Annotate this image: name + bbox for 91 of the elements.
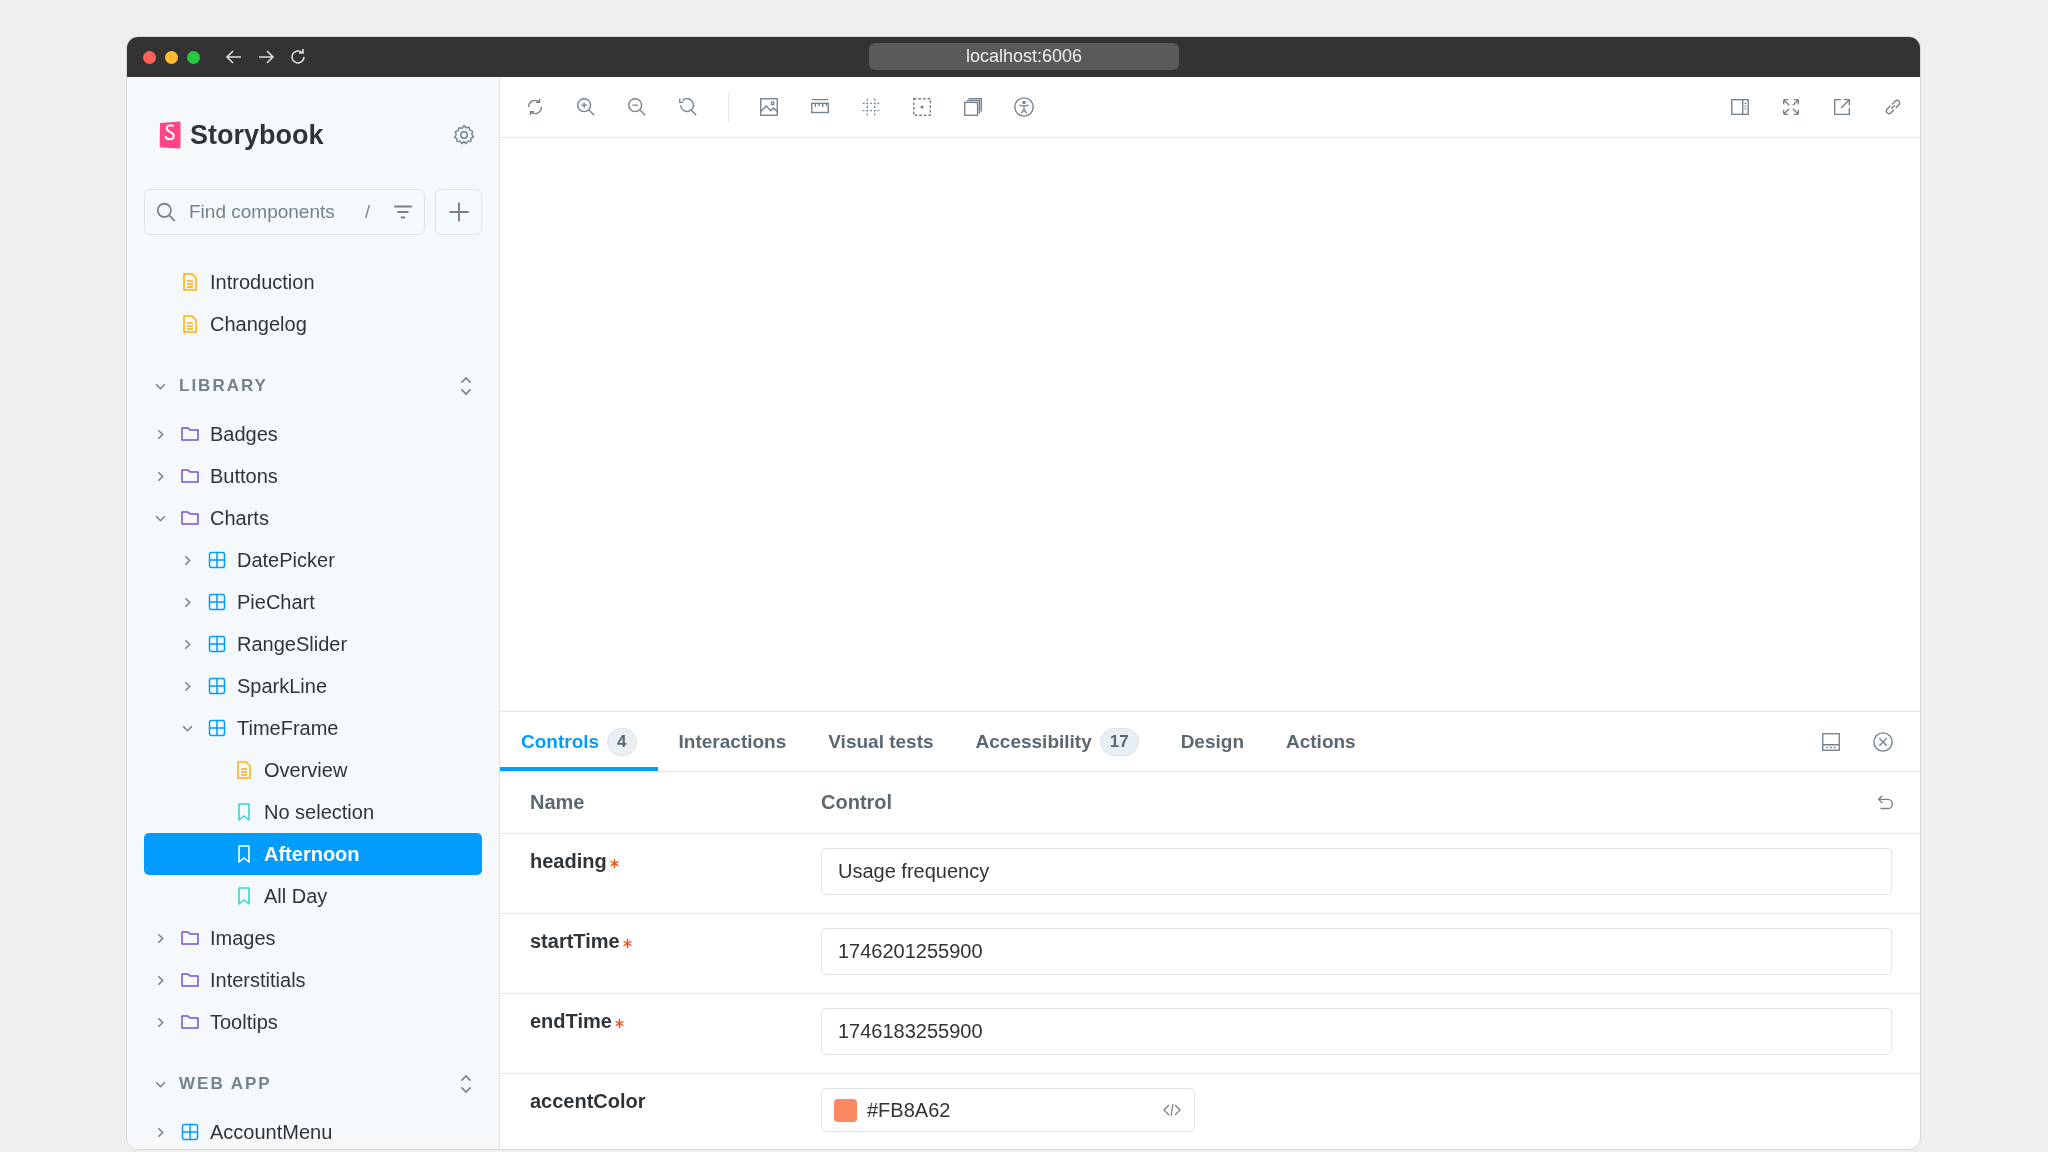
component-icon (180, 1122, 200, 1142)
expand-collapse-icon[interactable] (458, 1072, 474, 1096)
sidebar-item[interactable]: AccountMenu (144, 1111, 482, 1149)
argument-name: heading (530, 850, 607, 873)
accessibility-icon[interactable] (1013, 96, 1035, 118)
panel-tab[interactable]: Design (1159, 712, 1265, 771)
search-icon (155, 201, 177, 223)
panel-tab[interactable]: Actions (1265, 712, 1377, 771)
image-icon[interactable] (758, 96, 780, 118)
text-input[interactable]: 1746201255900 (821, 928, 1892, 975)
panel-tab[interactable]: Interactions (657, 712, 808, 771)
stacked-panels-icon[interactable] (962, 96, 984, 118)
tab-label: Design (1180, 730, 1244, 753)
reload-icon[interactable] (288, 47, 308, 67)
minimize-window-dot[interactable] (165, 50, 178, 64)
folder-icon (180, 928, 200, 948)
settings-icon[interactable] (452, 123, 476, 147)
panel-tab[interactable]: Visual tests (807, 712, 955, 771)
search-input[interactable]: Find components (187, 200, 355, 224)
column-header: Name (530, 791, 586, 814)
tab-label: Accessibility (975, 730, 1092, 753)
document-icon (180, 314, 200, 334)
document-icon (180, 272, 200, 292)
section-heading[interactable]: WEB APP (179, 1074, 458, 1094)
zoom-in-icon[interactable] (575, 96, 597, 118)
add-button[interactable] (435, 189, 482, 235)
component-icon (207, 634, 227, 654)
column-header: Control (821, 791, 894, 814)
sidebar-item[interactable]: No selection (144, 791, 482, 833)
document-icon (234, 760, 254, 780)
plus-icon (446, 200, 471, 224)
argument-name: accentColor (530, 1090, 646, 1113)
address-bar[interactable]: localhost:6006 (869, 43, 1179, 70)
sidebar-item[interactable]: Overview (144, 749, 482, 791)
tab-label: Controls (521, 730, 600, 753)
sidebar-item[interactable]: Buttons (144, 455, 482, 497)
component-icon (207, 550, 227, 570)
expand-collapse-icon[interactable] (458, 374, 474, 398)
text-input[interactable]: 1746183255900 (821, 1008, 1892, 1055)
required-icon (621, 938, 633, 949)
folder-icon (180, 508, 200, 528)
open-external-icon[interactable] (1831, 96, 1853, 118)
panel-tab[interactable]: Controls 4 (500, 712, 658, 771)
tab-label: Interactions (678, 730, 787, 753)
grid-icon[interactable] (860, 96, 882, 118)
tab-label: Actions (1286, 730, 1356, 753)
sidebar-item[interactable]: Images (144, 917, 482, 959)
sidebar-item[interactable]: RangeSlider (144, 623, 482, 665)
sidebar-item[interactable]: All Day (144, 875, 482, 917)
count-badge: 4 (607, 727, 637, 756)
component-icon (207, 592, 227, 612)
sidebar-item[interactable]: Introduction (144, 261, 482, 303)
sidebar-item[interactable]: Charts (144, 497, 482, 539)
storybook-logo-icon (158, 120, 182, 150)
folder-icon (180, 424, 200, 444)
sidebar-item[interactable]: SparkLine (144, 665, 482, 707)
required-icon (608, 858, 620, 869)
text-input[interactable]: Usage frequency (821, 848, 1892, 895)
tab-label: Visual tests (828, 730, 934, 753)
count-badge: 17 (1099, 727, 1139, 756)
maximize-window-dot[interactable] (187, 50, 200, 64)
sidebar-item[interactable]: Tooltips (144, 1001, 482, 1043)
brand-name: Storybook (190, 119, 324, 151)
sidebar-item[interactable]: Changelog (144, 303, 482, 345)
shortcut-key: / (365, 201, 370, 223)
argument-name: endTime (530, 1010, 612, 1033)
folder-icon (180, 466, 200, 486)
folder-icon (180, 970, 200, 990)
sidebar-item[interactable]: Interstitials (144, 959, 482, 1001)
search-field[interactable]: Find components / (144, 189, 425, 235)
close-window-dot[interactable] (143, 50, 156, 64)
sidebar-item[interactable]: TimeFrame (144, 707, 482, 749)
close-icon[interactable] (1872, 730, 1894, 753)
panel-tab[interactable]: Accessibility 17 (954, 712, 1160, 771)
fullscreen-icon[interactable] (1780, 96, 1802, 118)
folder-icon (180, 1012, 200, 1032)
outline-icon[interactable] (911, 96, 933, 118)
sidebar-item[interactable]: PieChart (144, 581, 482, 623)
component-icon (207, 718, 227, 738)
color-swatch[interactable] (834, 1098, 857, 1122)
required-icon (613, 1018, 625, 1029)
component-icon (207, 676, 227, 696)
sidebar-item[interactable]: Badges (144, 413, 482, 455)
argument-name: startTime (530, 930, 620, 953)
color-input[interactable]: #FB8A62 (821, 1088, 1195, 1132)
panel-position-icon[interactable] (1820, 730, 1842, 753)
side-panel-icon[interactable] (1729, 96, 1751, 118)
section-heading[interactable]: LIBRARY (179, 376, 458, 396)
zoom-out-icon[interactable] (626, 96, 648, 118)
sidebar-item[interactable]: DatePicker (144, 539, 482, 581)
reset-zoom-icon[interactable] (677, 96, 699, 118)
